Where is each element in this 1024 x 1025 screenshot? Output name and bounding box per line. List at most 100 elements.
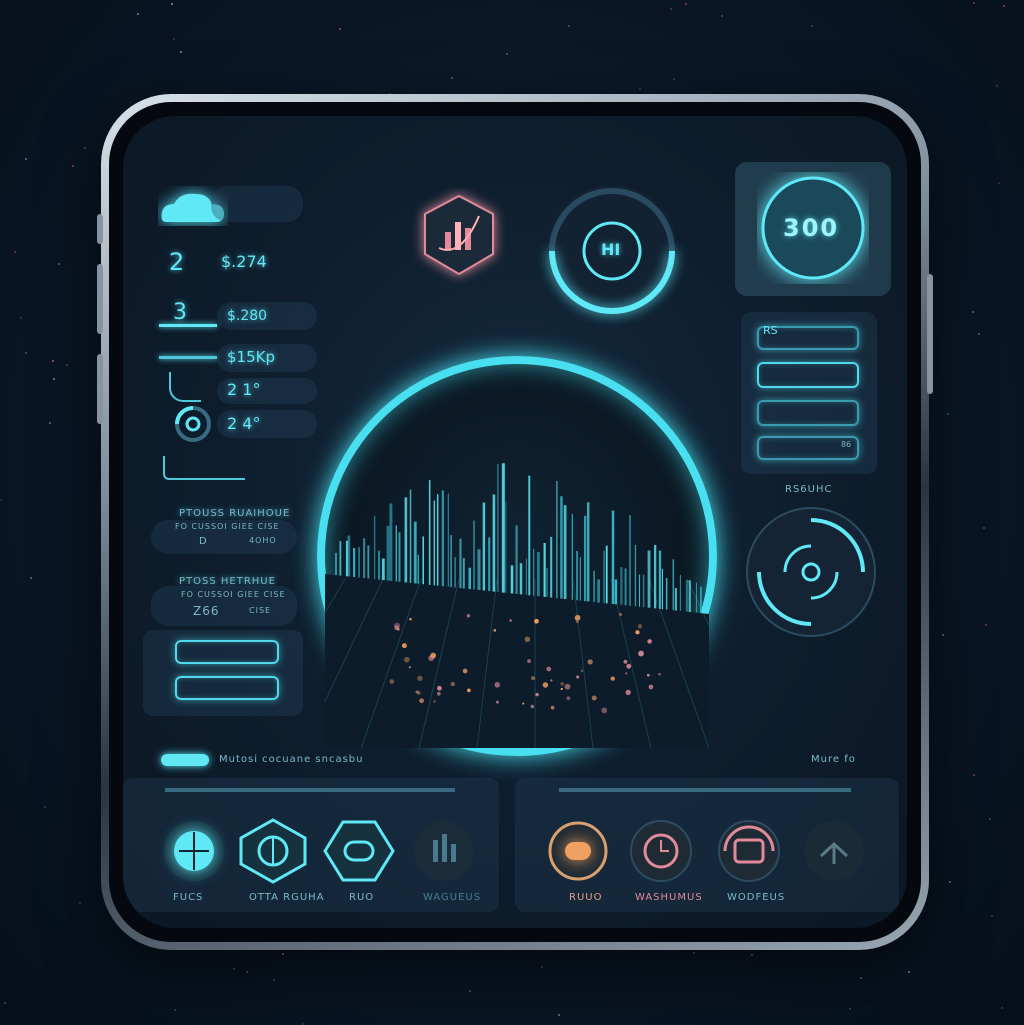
star <box>171 3 174 6</box>
star <box>972 1 975 4</box>
star <box>972 310 975 313</box>
star <box>79 902 81 905</box>
dock-label-7: WODFEUS <box>727 892 786 903</box>
star <box>638 88 641 91</box>
star <box>978 332 981 335</box>
side-button[interactable] <box>97 354 103 424</box>
city-light <box>462 668 468 674</box>
city-light <box>433 700 436 703</box>
clock-icon[interactable] <box>623 816 699 886</box>
dock-left-bar <box>165 788 455 792</box>
city-light <box>546 666 552 672</box>
star <box>998 181 1000 184</box>
city-light <box>623 659 628 664</box>
star <box>25 352 28 355</box>
city-light <box>531 676 536 681</box>
stat-underline-3 <box>159 356 217 359</box>
star <box>670 7 673 10</box>
star <box>338 28 341 31</box>
volume-up-button[interactable] <box>97 214 103 244</box>
city-light <box>522 702 525 705</box>
city-light <box>437 691 441 696</box>
city-light <box>550 679 553 682</box>
dock-right-bar <box>559 788 851 792</box>
stat-value-4: 2 1° <box>227 380 261 399</box>
city-light <box>646 673 650 677</box>
bezel: 2 $.274 3 $.280 $15Kp 2 1° 2 4° PTOUSS R… <box>109 102 921 942</box>
star <box>136 13 139 16</box>
dial-icon[interactable] <box>173 404 213 444</box>
city-light <box>450 682 455 687</box>
star <box>180 51 183 54</box>
star <box>908 970 911 973</box>
star <box>946 413 949 416</box>
list-field-3[interactable] <box>757 400 859 426</box>
city-light <box>647 639 652 644</box>
flame-icon[interactable] <box>543 816 613 886</box>
star <box>0 498 3 501</box>
panel-1-sub-a: D <box>199 536 208 547</box>
city-light <box>409 617 412 621</box>
dock-label-3: RUO <box>349 892 375 903</box>
city-light <box>493 629 497 632</box>
city-light <box>534 618 539 624</box>
star <box>942 634 945 637</box>
star <box>469 990 472 993</box>
screen: 2 $.274 3 $.280 $15Kp 2 1° 2 4° PTOUSS R… <box>123 116 907 928</box>
city-light <box>575 620 579 624</box>
map-surface <box>325 574 709 748</box>
city-light <box>419 698 424 704</box>
city-light <box>619 613 622 616</box>
link-icon[interactable] <box>321 816 397 886</box>
list-footer-num: 86 <box>841 440 852 449</box>
star <box>984 623 987 626</box>
star <box>24 158 27 161</box>
volume-down-button[interactable] <box>97 264 103 334</box>
counter-label: 300 <box>783 214 840 242</box>
text-field-1[interactable] <box>175 640 279 664</box>
city-light <box>524 636 531 643</box>
star <box>995 84 998 87</box>
city-light <box>625 689 631 696</box>
stat-underline-2 <box>159 324 217 327</box>
star <box>48 422 51 425</box>
ring-center-label: HI <box>601 240 621 259</box>
star <box>685 2 688 5</box>
star <box>174 1009 177 1012</box>
star <box>83 147 86 150</box>
city-light <box>574 614 581 621</box>
star <box>52 377 55 380</box>
bar-graph-icon[interactable] <box>409 816 479 886</box>
star <box>65 364 68 367</box>
city-light <box>417 675 423 682</box>
star <box>567 24 570 27</box>
star <box>989 817 992 820</box>
city-light <box>625 672 628 675</box>
city-light <box>430 652 437 659</box>
city-light <box>580 669 584 673</box>
star <box>72 165 75 168</box>
star <box>450 77 453 80</box>
compass-icon[interactable] <box>235 816 311 886</box>
city-light <box>635 630 640 635</box>
list-field-2[interactable] <box>757 362 859 388</box>
city-light <box>530 704 535 709</box>
divider-bracket <box>163 456 245 480</box>
tablet-device: 2 $.274 3 $.280 $15Kp 2 1° 2 4° PTOUSS R… <box>97 94 933 950</box>
status-text-left: Mutosi cocuane sncasbu <box>219 754 364 765</box>
text-field-2[interactable] <box>175 676 279 700</box>
satellite-icon[interactable] <box>799 816 869 886</box>
power-button[interactable] <box>927 274 933 394</box>
camera-icon[interactable] <box>711 816 787 886</box>
globe-icon[interactable] <box>159 816 229 886</box>
list-header: RS <box>763 324 778 337</box>
city-light <box>401 643 407 649</box>
star <box>44 806 47 809</box>
progress-pill[interactable] <box>161 754 209 766</box>
star <box>232 967 235 970</box>
chart-hexagon-icon[interactable] <box>411 188 507 284</box>
panel-2-sub-a: Z66 <box>193 604 220 618</box>
target-dial-icon[interactable] <box>741 502 881 642</box>
star <box>949 881 952 884</box>
data-globe[interactable] <box>244 356 768 756</box>
